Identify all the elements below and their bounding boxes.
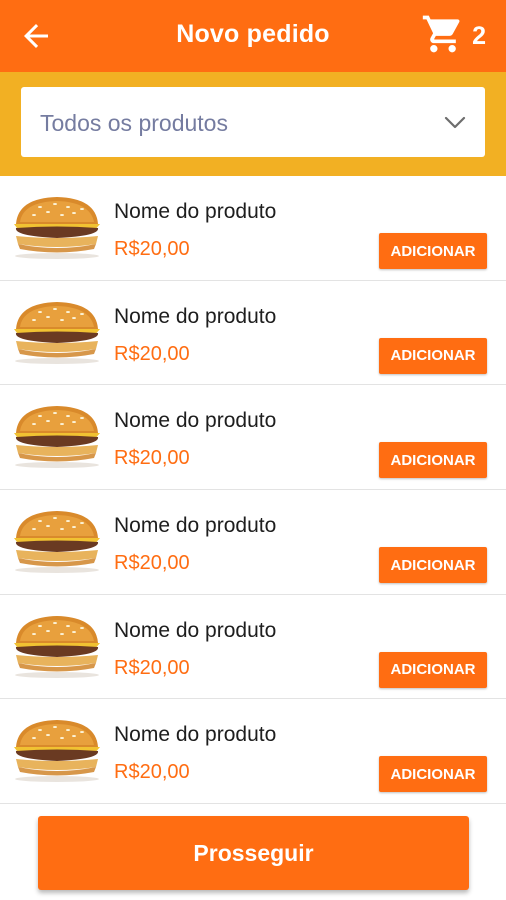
product-price: R$20,00 [114,447,190,470]
chevron-down-icon [443,113,467,131]
product-price: R$20,00 [114,342,190,365]
burger-image [10,506,104,574]
product-row: Nome do produto R$20,00 ADICIONAR [0,699,506,805]
product-price: R$20,00 [114,761,190,784]
product-price: R$20,00 [114,656,190,679]
burger-image [10,192,104,260]
product-row: Nome do produto R$20,00 ADICIONAR [0,385,506,491]
burger-image [10,297,104,365]
product-row: Nome do produto R$20,00 ADICIONAR [0,595,506,700]
add-product-button[interactable]: ADICIONAR [379,337,487,374]
shopping-cart-icon [420,12,466,61]
product-price: R$20,00 [114,552,190,575]
product-list: Nome do produto R$20,00 ADICIONAR Nome d… [0,176,506,805]
product-name: Nome do produto [114,304,277,328]
cart-button[interactable]: 2 [420,14,486,58]
product-name: Nome do produto [114,409,277,433]
filter-bar: Todos os produtos [0,72,506,176]
product-name: Nome do produto [114,514,277,538]
add-product-button[interactable]: ADICIONAR [379,442,487,479]
cart-count-badge: 2 [472,21,486,50]
add-product-button[interactable]: ADICIONAR [379,233,487,269]
proceed-button[interactable]: Prosseguir [38,816,469,890]
category-select-value: Todos os produtos [40,110,228,136]
add-product-button[interactable]: ADICIONAR [379,756,487,793]
burger-image [10,611,104,679]
category-select[interactable]: Todos os produtos [21,87,485,157]
product-price: R$20,00 [114,238,190,260]
product-row: Nome do produto R$20,00 ADICIONAR [0,176,506,281]
add-product-button[interactable]: ADICIONAR [379,547,487,584]
add-product-button[interactable]: ADICIONAR [379,651,487,688]
product-name: Nome do produto [114,200,277,223]
product-row: Nome do produto R$20,00 ADICIONAR [0,281,506,386]
product-name: Nome do produto [114,723,277,747]
product-row: Nome do produto R$20,00 ADICIONAR [0,490,506,595]
burger-image [10,401,104,469]
product-name: Nome do produto [114,618,277,642]
app-bar: Novo pedido 2 [0,0,506,72]
burger-image [10,715,104,783]
